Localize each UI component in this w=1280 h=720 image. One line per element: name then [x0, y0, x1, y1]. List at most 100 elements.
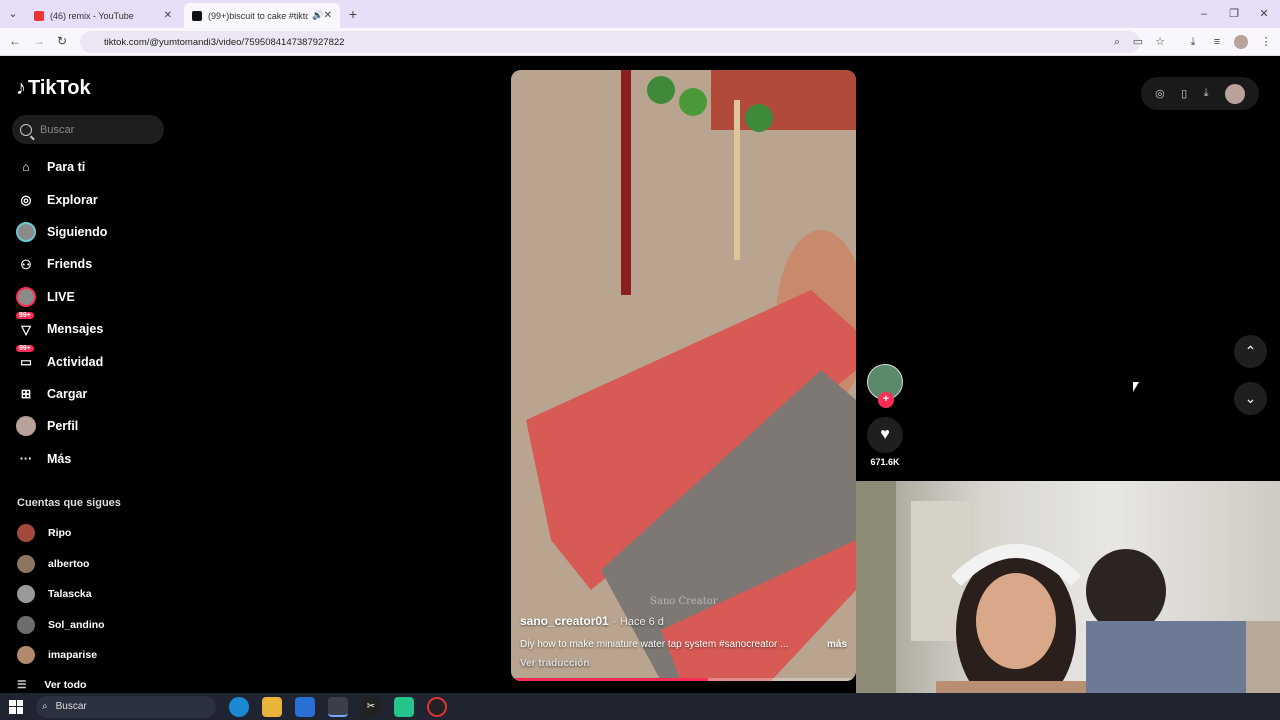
- following-item[interactable]: albertoo: [17, 549, 105, 580]
- sidebar-item-label: Perfil: [47, 419, 79, 434]
- chevron-up-icon: ⌃: [1244, 343, 1257, 359]
- video-actions: + ♥ 671.6K: [867, 364, 903, 467]
- download-icon[interactable]: ⤓: [1186, 35, 1200, 49]
- pole: [621, 70, 631, 295]
- sidebar-item-live[interactable]: LIVE: [16, 281, 166, 313]
- sidebar-item-friends[interactable]: ⚇ Friends: [16, 248, 166, 280]
- forward-icon[interactable]: →: [33, 34, 45, 48]
- new-tab-icon[interactable]: +: [346, 7, 360, 21]
- file-explorer-icon[interactable]: [262, 696, 282, 717]
- outlook-icon[interactable]: [295, 696, 315, 717]
- speaker-icon[interactable]: 🔊: [312, 10, 323, 21]
- video-progress-bar[interactable]: [511, 678, 856, 681]
- sidebar-item-cargar[interactable]: ⊞ Cargar: [16, 378, 166, 410]
- bookmark-star-icon[interactable]: ☆: [1153, 35, 1167, 49]
- edge-icon[interactable]: [229, 696, 249, 717]
- sidebar-menu: ⌂ Para ti ◎ Explorar Siguiendo ⚇ Friends LI…: [16, 151, 166, 475]
- more-icon: ···: [19, 451, 33, 466]
- more-link[interactable]: más: [827, 639, 847, 650]
- avatar: [17, 646, 35, 665]
- restore-icon[interactable]: ❐: [1227, 7, 1241, 21]
- brick-wall-back: [711, 70, 856, 130]
- video-username[interactable]: sano_creator01: [520, 614, 609, 628]
- video-watermark: Sano Creator: [650, 596, 718, 607]
- sidebar-item-siguiendo[interactable]: Siguiendo: [16, 216, 166, 248]
- search-placeholder: Buscar: [40, 123, 75, 136]
- back-icon[interactable]: ←: [9, 34, 21, 48]
- sidebar-item-mensajes[interactable]: ▽ 99+ Mensajes: [16, 312, 166, 345]
- sidebar-item-para-ti[interactable]: ⌂ Para ti: [16, 151, 166, 183]
- activity-badge: 99+: [16, 344, 34, 352]
- like-button[interactable]: ♥: [867, 417, 903, 453]
- phone-icon[interactable]: ▯: [1181, 87, 1187, 100]
- mouse-cursor: [1133, 382, 1139, 392]
- avatar: [17, 585, 35, 604]
- download-icon[interactable]: ⤓: [1204, 87, 1209, 100]
- video-info: sano_creator01 · Hace 6 d Diy how to mak…: [520, 612, 847, 669]
- sidebar-item-perfil[interactable]: Perfil: [16, 410, 166, 442]
- sidebar-item-actividad[interactable]: ▭ 99+ Actividad: [16, 344, 166, 377]
- zoom-icon[interactable]: ⌕: [1110, 35, 1124, 49]
- video-player[interactable]: Sano Creator sano_creator01 · Hace 6 d D…: [511, 70, 856, 681]
- capcut-icon[interactable]: ✂: [361, 696, 381, 717]
- reload-icon[interactable]: ↻: [57, 34, 67, 48]
- sidebar-item-label: Explorar: [47, 192, 98, 207]
- close-icon[interactable]: ✕: [164, 10, 172, 21]
- following-item[interactable]: Ripo: [17, 518, 105, 549]
- chrome-icon[interactable]: [328, 696, 348, 717]
- minimize-icon[interactable]: –: [1197, 7, 1211, 21]
- sidebar-item-explorar[interactable]: ◎ Explorar: [16, 183, 166, 215]
- creator-avatar[interactable]: +: [867, 364, 903, 408]
- search-icon: ⌕: [42, 701, 48, 712]
- following-item[interactable]: Talascka: [17, 579, 105, 610]
- progress-fill: [511, 678, 708, 681]
- shrub: [679, 88, 707, 116]
- see-all-link[interactable]: ☰ Ver todo: [17, 679, 86, 691]
- cast-icon[interactable]: ▭: [1131, 35, 1145, 49]
- live-icon: [16, 286, 36, 307]
- close-icon[interactable]: ✕: [324, 10, 332, 21]
- previous-video-button[interactable]: ⌃: [1234, 335, 1267, 368]
- shrub: [745, 104, 773, 132]
- avatar: [17, 524, 35, 543]
- url-text: tiktok.com/@yumtomandi3/video/7595084147…: [104, 36, 345, 48]
- sidebar-item-label: LIVE: [47, 289, 75, 304]
- window-close-icon[interactable]: ✕: [1257, 7, 1271, 21]
- windows-start-icon[interactable]: [9, 699, 23, 714]
- see-all-label: Ver todo: [44, 679, 87, 691]
- obs-icon[interactable]: [427, 696, 447, 717]
- following-name: imaparise: [48, 649, 98, 662]
- taskbar-search-label: Buscar: [55, 701, 87, 712]
- sidebar-item-label: Mensajes: [47, 322, 104, 337]
- url-field[interactable]: tiktok.com/@yumtomandi3/video/7595084147…: [80, 31, 1140, 53]
- translate-link[interactable]: Ver traducción: [520, 658, 847, 669]
- heart-icon: ♥: [880, 426, 890, 443]
- person-face: [976, 573, 1056, 669]
- second-person-shirt: [1086, 621, 1246, 693]
- following-avatar: [16, 221, 36, 242]
- tiktok-logo[interactable]: ♪ TikTok: [16, 77, 91, 100]
- compass-icon[interactable]: ◎: [1155, 87, 1165, 100]
- second-person-hair: [1086, 549, 1166, 633]
- home-icon: ⌂: [22, 160, 30, 175]
- taskbar-search[interactable]: ⌕ Buscar: [36, 695, 216, 718]
- following-name: albertoo: [48, 557, 90, 570]
- following-item[interactable]: Sol_andino: [17, 610, 105, 641]
- media-control-icon[interactable]: ≡: [1210, 35, 1224, 49]
- next-video-button[interactable]: ⌄: [1234, 382, 1267, 415]
- profile-avatar[interactable]: [1234, 35, 1248, 49]
- compass-icon: ◎: [20, 193, 32, 208]
- following-item[interactable]: imaparise: [17, 640, 105, 671]
- like-count: 671.6K: [870, 457, 900, 467]
- search-input[interactable]: Buscar: [12, 115, 164, 144]
- follow-plus-icon[interactable]: +: [878, 392, 894, 408]
- tab-tiktok[interactable]: (99+)biscuit to cake #tiktok 🔊 ✕: [184, 3, 340, 28]
- messages-badge: 99+: [16, 312, 34, 320]
- app-icon[interactable]: [394, 696, 414, 717]
- tab-title: (99+)biscuit to cake #tiktok: [208, 10, 308, 21]
- tab-youtube[interactable]: (46) remix - YouTube ✕: [26, 3, 180, 28]
- tab-list-icon[interactable]: ⌄: [6, 7, 20, 21]
- sidebar-item-mas[interactable]: ··· Más: [16, 443, 166, 475]
- profile-avatar[interactable]: [1224, 83, 1245, 104]
- browser-menu-icon[interactable]: ⋮: [1259, 35, 1273, 49]
